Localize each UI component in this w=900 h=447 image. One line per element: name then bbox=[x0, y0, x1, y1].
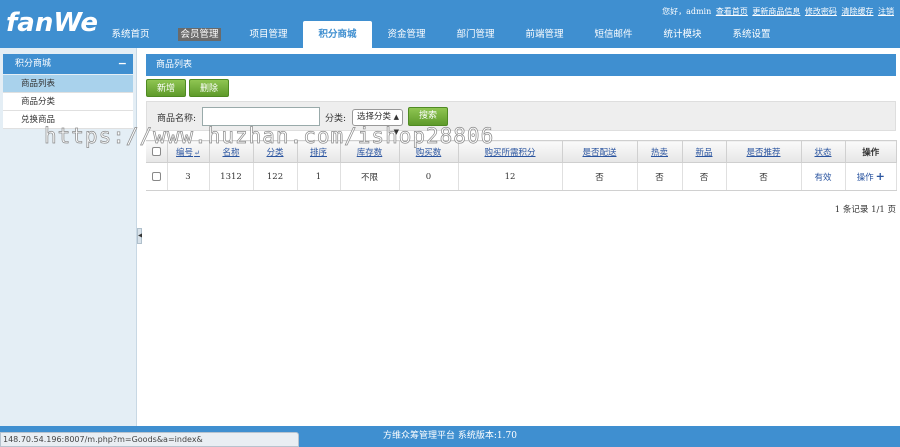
cell-status-toggle[interactable]: 有效 bbox=[801, 162, 846, 191]
user-bar: 您好，admin 查看首页 更新商品信息 修改密码 清除缓存 注销 bbox=[662, 6, 894, 17]
search-button[interactable]: 搜索 bbox=[408, 107, 448, 126]
category-label: 分类: bbox=[325, 114, 347, 124]
clear-cache-link[interactable]: 清除缓存 bbox=[841, 7, 873, 16]
col-status[interactable]: 状态 bbox=[801, 140, 846, 163]
cell-id: 3 bbox=[167, 162, 210, 191]
col-new[interactable]: 新品 bbox=[682, 140, 727, 163]
cell-points: 12 bbox=[458, 162, 563, 191]
cell-stock: 不限 bbox=[340, 162, 400, 191]
greeting-text: 您好，admin bbox=[662, 7, 712, 16]
search-bar: 商品名称: 分类: 选择分类 ▲ ▼ 搜索 bbox=[146, 101, 896, 136]
panel-title: 商品列表 bbox=[146, 54, 896, 76]
row-checkbox-cell bbox=[146, 162, 168, 191]
row-actions-menu[interactable]: 操作 bbox=[857, 173, 874, 183]
col-delivery[interactable]: 是否配送 bbox=[562, 140, 638, 163]
col-stock[interactable]: 库存数 bbox=[340, 140, 400, 163]
cell-name: 1312 bbox=[209, 162, 254, 191]
sort-icon: ↵ bbox=[194, 148, 200, 157]
sidebar-item-goods-list[interactable]: 商品列表 bbox=[3, 75, 133, 93]
delete-button[interactable]: 删除 bbox=[189, 79, 229, 97]
table-row: 3 1312 122 1 不限 0 12 否 否 否 否 有效 操作 + bbox=[146, 162, 897, 191]
nav-funds-management[interactable]: 资金管理 bbox=[372, 21, 441, 48]
nav-project-management[interactable]: 项目管理 bbox=[234, 21, 303, 48]
category-selected-value: 选择分类 bbox=[357, 112, 392, 122]
add-button[interactable]: 新增 bbox=[146, 79, 186, 97]
select-all-header bbox=[146, 140, 168, 163]
nav-sms-email[interactable]: 短信邮件 bbox=[579, 21, 648, 48]
goods-name-label: 商品名称: bbox=[157, 114, 197, 124]
cell-new: 否 bbox=[682, 162, 727, 191]
col-sort[interactable]: 排序 bbox=[297, 140, 341, 163]
collapse-icon[interactable]: − bbox=[118, 54, 127, 74]
col-points[interactable]: 购买所需积分 bbox=[458, 140, 563, 163]
update-goods-link[interactable]: 更新商品信息 bbox=[752, 7, 800, 16]
cell-sort: 1 bbox=[297, 162, 341, 191]
sidebar-header: 积分商城 − bbox=[3, 54, 133, 74]
table-header-row: 编号↵ 名称 分类 排序 库存数 购买数 购买所需积分 是否配送 热卖 新品 是… bbox=[146, 140, 897, 163]
fanwe-logo[interactable]: fanWe bbox=[6, 8, 98, 38]
main-nav: 系统首页 会员管理 项目管理 积分商城 资金管理 部门管理 前端管理 短信邮件 … bbox=[96, 21, 786, 48]
nav-member-management[interactable]: 会员管理 bbox=[165, 21, 234, 48]
col-recommend[interactable]: 是否推荐 bbox=[726, 140, 802, 163]
nav-system-settings[interactable]: 系统设置 bbox=[717, 21, 786, 48]
cell-recommend: 否 bbox=[726, 162, 802, 191]
action-buttons: 新增 删除 bbox=[146, 79, 229, 97]
nav-department-management[interactable]: 部门管理 bbox=[441, 21, 510, 48]
sidebar-item-exchange-goods[interactable]: 兑换商品 bbox=[3, 111, 133, 129]
nav-frontend-management[interactable]: 前端管理 bbox=[510, 21, 579, 48]
sidebar-title: 积分商城 bbox=[15, 59, 52, 69]
row-checkbox[interactable] bbox=[151, 171, 161, 181]
logout-link[interactable]: 注销 bbox=[878, 7, 894, 16]
select-all-checkbox[interactable] bbox=[151, 146, 161, 156]
col-hot[interactable]: 热卖 bbox=[637, 140, 683, 163]
nav-system-home[interactable]: 系统首页 bbox=[96, 21, 165, 48]
view-home-link[interactable]: 查看首页 bbox=[716, 7, 748, 16]
nav-points-mall[interactable]: 积分商城 bbox=[303, 21, 372, 48]
nav-statistics[interactable]: 统计模块 bbox=[648, 21, 717, 48]
goods-table: 编号↵ 名称 分类 排序 库存数 购买数 购买所需积分 是否配送 热卖 新品 是… bbox=[146, 140, 897, 191]
select-arrows-icon: ▲ ▼ bbox=[393, 113, 399, 136]
cell-bought: 0 bbox=[399, 162, 459, 191]
pagination-info: 1 条记录 1/1 页 bbox=[834, 205, 896, 215]
cell-delivery: 否 bbox=[562, 162, 638, 191]
change-password-link[interactable]: 修改密码 bbox=[805, 7, 837, 16]
sidebar-list: 商品列表 商品分类 兑换商品 bbox=[3, 75, 133, 129]
sidebar-item-goods-category[interactable]: 商品分类 bbox=[3, 93, 133, 111]
col-actions: 操作 bbox=[845, 140, 897, 163]
sidebar: 积分商城 − 商品列表 商品分类 兑换商品 bbox=[0, 48, 137, 426]
plus-icon[interactable]: + bbox=[876, 170, 885, 183]
col-name[interactable]: 名称 bbox=[209, 140, 254, 163]
col-id-label: 编号 bbox=[176, 147, 194, 158]
nav-member-management-label: 会员管理 bbox=[178, 28, 221, 41]
goods-name-input[interactable] bbox=[202, 107, 320, 126]
col-bought[interactable]: 购买数 bbox=[399, 140, 459, 163]
cell-hot: 否 bbox=[637, 162, 683, 191]
top-header: fanWe 您好，admin 查看首页 更新商品信息 修改密码 清除缓存 注销 … bbox=[0, 0, 900, 48]
browser-status-url: 148.70.54.196:8007/m.php?m=Goods&a=index… bbox=[0, 432, 299, 447]
col-category[interactable]: 分类 bbox=[253, 140, 298, 163]
col-id[interactable]: 编号↵ bbox=[167, 140, 210, 163]
cell-category: 122 bbox=[253, 162, 298, 191]
category-select[interactable]: 选择分类 ▲ ▼ bbox=[352, 109, 403, 136]
cell-actions: 操作 + bbox=[845, 162, 897, 191]
main-content: 商品列表 新增 删除 商品名称: 分类: 选择分类 ▲ ▼ 搜索 编号↵ 名称 分… bbox=[142, 48, 900, 426]
